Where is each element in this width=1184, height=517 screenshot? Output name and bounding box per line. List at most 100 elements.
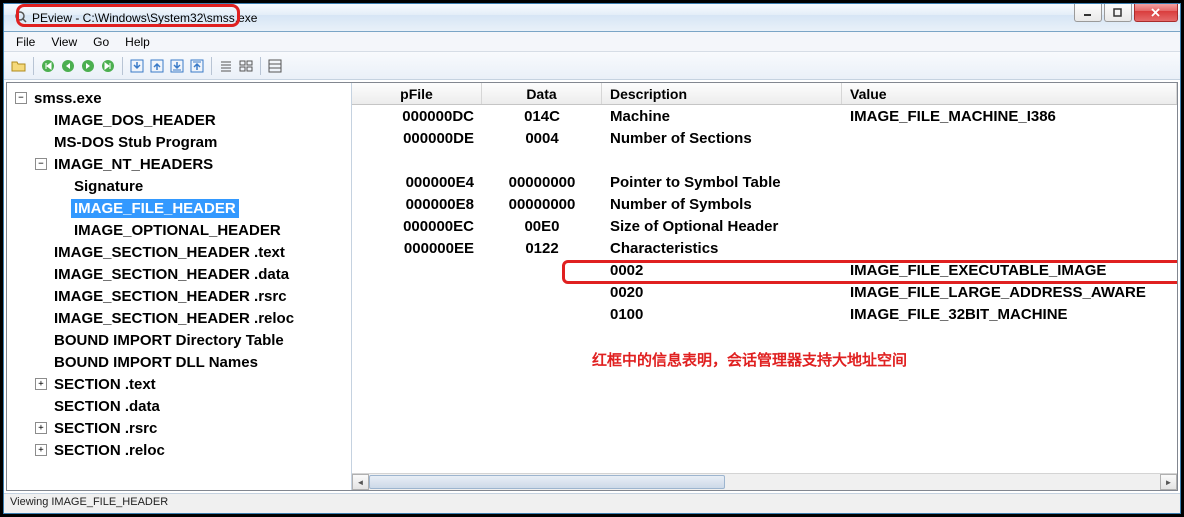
cell-data: 0004 bbox=[482, 129, 602, 151]
tree-label[interactable]: IMAGE_SECTION_HEADER .text bbox=[51, 243, 288, 262]
expand-icon[interactable]: + bbox=[35, 444, 47, 456]
tree-item[interactable]: IMAGE_SECTION_HEADER .data bbox=[7, 263, 351, 285]
tree-item[interactable]: SECTION .data bbox=[7, 395, 351, 417]
tree-label[interactable]: BOUND IMPORT Directory Table bbox=[51, 331, 287, 350]
tree-label[interactable]: IMAGE_DOS_HEADER bbox=[51, 111, 219, 130]
tree-item[interactable]: + SECTION .rsrc bbox=[7, 417, 351, 439]
collapse-icon[interactable]: − bbox=[15, 92, 27, 104]
tree-label[interactable]: IMAGE_SECTION_HEADER .data bbox=[51, 265, 292, 284]
toolbar-divider bbox=[211, 57, 212, 75]
tree-label[interactable]: MS-DOS Stub Program bbox=[51, 133, 220, 152]
scroll-track[interactable] bbox=[369, 474, 1160, 490]
hex-view-icon[interactable] bbox=[266, 57, 284, 75]
expand-icon[interactable]: + bbox=[35, 378, 47, 390]
cell-data bbox=[482, 261, 602, 283]
tree-label[interactable]: SECTION .rsrc bbox=[51, 419, 160, 438]
toolbar-divider bbox=[33, 57, 34, 75]
toolbar bbox=[4, 52, 1180, 80]
toolbar-divider bbox=[122, 57, 123, 75]
tree-label[interactable]: smss.exe bbox=[31, 89, 105, 108]
horizontal-scrollbar[interactable]: ◄ ► bbox=[352, 473, 1177, 490]
maximize-button[interactable] bbox=[1104, 4, 1132, 22]
tree-label[interactable]: BOUND IMPORT DLL Names bbox=[51, 353, 261, 372]
table-row[interactable]: 000000E800000000Number of Symbols bbox=[352, 195, 1177, 217]
nav-last-icon[interactable] bbox=[99, 57, 117, 75]
table-row[interactable] bbox=[352, 151, 1177, 173]
col-header-pfile[interactable]: pFile bbox=[352, 83, 482, 104]
table-row[interactable]: 0020IMAGE_FILE_LARGE_ADDRESS_AWARE bbox=[352, 283, 1177, 305]
cell-data: 00E0 bbox=[482, 217, 602, 239]
nav-next-icon[interactable] bbox=[79, 57, 97, 75]
close-button[interactable] bbox=[1134, 4, 1178, 22]
tree-item[interactable]: IMAGE_DOS_HEADER bbox=[7, 109, 351, 131]
tree-label[interactable]: Signature bbox=[71, 177, 146, 196]
export2-icon[interactable] bbox=[188, 57, 206, 75]
open-file-icon[interactable] bbox=[10, 57, 28, 75]
collapse-icon[interactable]: − bbox=[35, 158, 47, 170]
col-header-value[interactable]: Value bbox=[842, 83, 1177, 104]
tree-label[interactable]: SECTION .text bbox=[51, 375, 159, 394]
tree-item[interactable]: IMAGE_SECTION_HEADER .reloc bbox=[7, 307, 351, 329]
nav-prev-icon[interactable] bbox=[59, 57, 77, 75]
minimize-button[interactable] bbox=[1074, 4, 1102, 22]
tree-item[interactable]: + SECTION .text bbox=[7, 373, 351, 395]
tree-item[interactable]: IMAGE_SECTION_HEADER .rsrc bbox=[7, 285, 351, 307]
tree-label[interactable]: SECTION .reloc bbox=[51, 441, 168, 460]
table-row[interactable]: 0100IMAGE_FILE_32BIT_MACHINE bbox=[352, 305, 1177, 327]
detail-view-icon[interactable] bbox=[237, 57, 255, 75]
cell-value bbox=[842, 239, 1177, 261]
tree-item[interactable]: + SECTION .reloc bbox=[7, 439, 351, 461]
tree-item[interactable]: BOUND IMPORT Directory Table bbox=[7, 329, 351, 351]
titlebar[interactable]: PEview - C:\Windows\System32\smss.exe bbox=[4, 4, 1180, 32]
cell-pfile: 000000E4 bbox=[352, 173, 482, 195]
expand-icon[interactable]: + bbox=[35, 422, 47, 434]
menu-help[interactable]: Help bbox=[117, 33, 158, 51]
cell-desc: Number of Symbols bbox=[602, 195, 842, 217]
tree-label[interactable]: IMAGE_FILE_HEADER bbox=[71, 199, 239, 218]
cell-data bbox=[482, 305, 602, 327]
cell-data: 00000000 bbox=[482, 173, 602, 195]
menu-go[interactable]: Go bbox=[85, 33, 117, 51]
menu-file[interactable]: File bbox=[8, 33, 43, 51]
list-view-icon[interactable] bbox=[217, 57, 235, 75]
tree-item[interactable]: −IMAGE_NT_HEADERS bbox=[7, 153, 351, 175]
table-row[interactable]: 0002IMAGE_FILE_EXECUTABLE_IMAGE bbox=[352, 261, 1177, 283]
cell-pfile: 000000EE bbox=[352, 239, 482, 261]
cell-value bbox=[842, 129, 1177, 151]
menu-view[interactable]: View bbox=[43, 33, 85, 51]
cell-pfile: 000000E8 bbox=[352, 195, 482, 217]
cell-pfile: 000000DC bbox=[352, 107, 482, 129]
scroll-thumb[interactable] bbox=[369, 475, 725, 489]
cell-data bbox=[482, 283, 602, 305]
cell-data: 00000000 bbox=[482, 195, 602, 217]
tree-item[interactable]: BOUND IMPORT DLL Names bbox=[7, 351, 351, 373]
table-row[interactable]: 000000EE0122Characteristics bbox=[352, 239, 1177, 261]
tree-label[interactable]: SECTION .data bbox=[51, 397, 163, 416]
table-row[interactable]: 000000EC00E0Size of Optional Header bbox=[352, 217, 1177, 239]
nav-first-icon[interactable] bbox=[39, 57, 57, 75]
tree-panel[interactable]: −smss.exeIMAGE_DOS_HEADERMS-DOS Stub Pro… bbox=[7, 83, 352, 490]
scroll-left-button[interactable]: ◄ bbox=[352, 474, 369, 490]
tree-label[interactable]: IMAGE_NT_HEADERS bbox=[51, 155, 216, 174]
tree-label[interactable]: IMAGE_SECTION_HEADER .reloc bbox=[51, 309, 297, 328]
tree-label[interactable]: IMAGE_SECTION_HEADER .rsrc bbox=[51, 287, 290, 306]
table-row[interactable]: 000000DE0004Number of Sections bbox=[352, 129, 1177, 151]
tree-item[interactable]: −smss.exe bbox=[7, 87, 351, 109]
scroll-right-button[interactable]: ► bbox=[1160, 474, 1177, 490]
cell-desc: Size of Optional Header bbox=[602, 217, 842, 239]
tree-item[interactable]: Signature bbox=[7, 175, 351, 197]
table-row[interactable]: 000000DC014CMachineIMAGE_FILE_MACHINE_I3… bbox=[352, 107, 1177, 129]
tree-item[interactable]: IMAGE_FILE_HEADER bbox=[7, 197, 351, 219]
import-icon[interactable] bbox=[128, 57, 146, 75]
col-header-desc[interactable]: Description bbox=[602, 83, 842, 104]
import2-icon[interactable] bbox=[168, 57, 186, 75]
tree-item[interactable]: IMAGE_SECTION_HEADER .text bbox=[7, 241, 351, 263]
app-window: PEview - C:\Windows\System32\smss.exe Fi… bbox=[3, 3, 1181, 514]
col-header-data[interactable]: Data bbox=[482, 83, 602, 104]
grid-body[interactable]: 000000DC014CMachineIMAGE_FILE_MACHINE_I3… bbox=[352, 105, 1177, 490]
tree-item[interactable]: MS-DOS Stub Program bbox=[7, 131, 351, 153]
table-row[interactable]: 000000E400000000Pointer to Symbol Table bbox=[352, 173, 1177, 195]
tree-label[interactable]: IMAGE_OPTIONAL_HEADER bbox=[71, 221, 284, 240]
tree-item[interactable]: IMAGE_OPTIONAL_HEADER bbox=[7, 219, 351, 241]
export-icon[interactable] bbox=[148, 57, 166, 75]
